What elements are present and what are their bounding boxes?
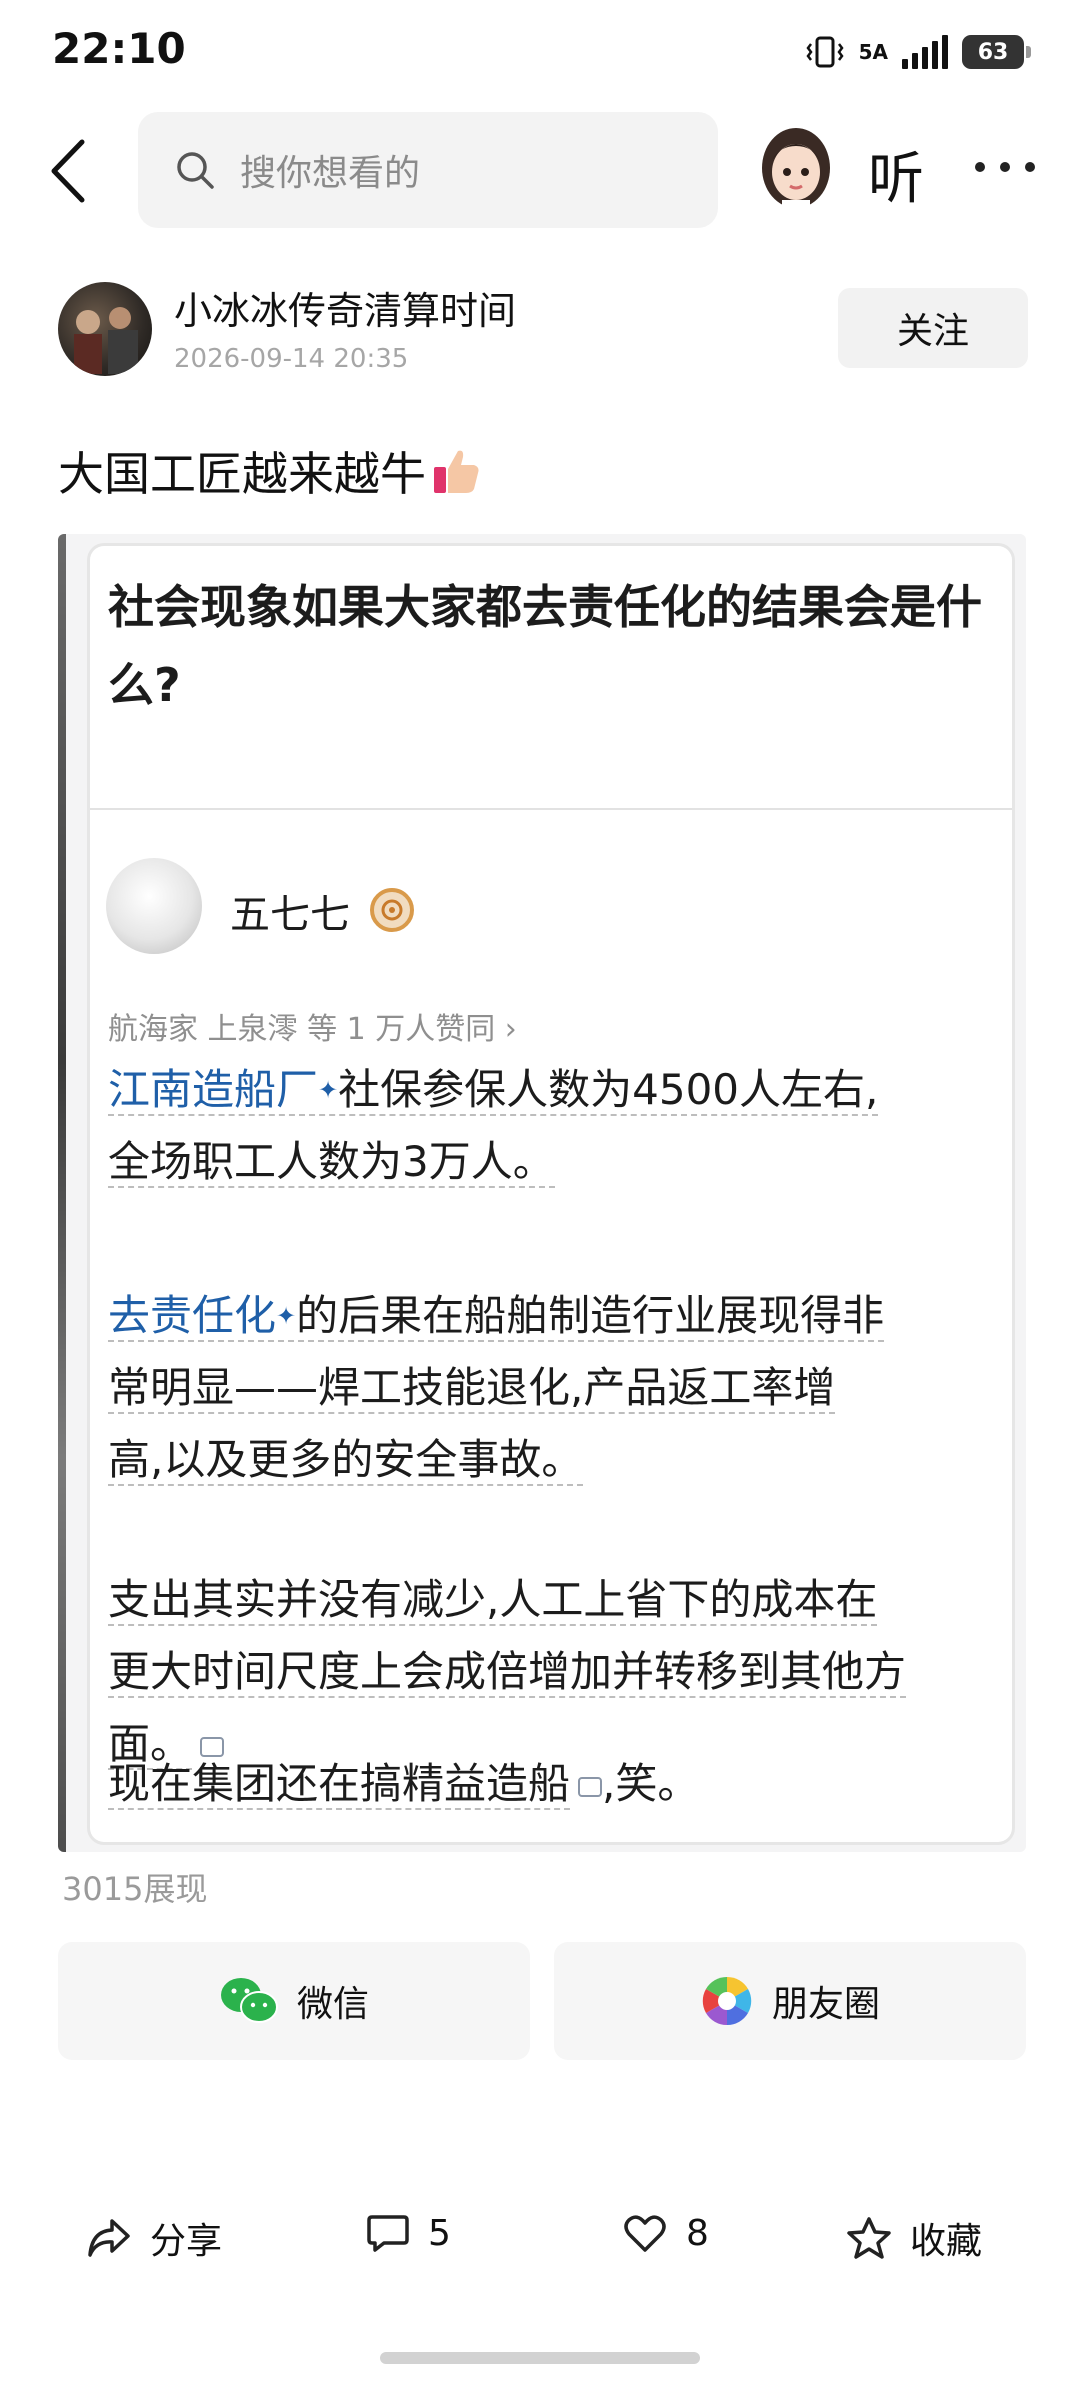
status-time: 22:10 [52,24,186,73]
battery-icon: 63 [962,35,1031,69]
view-count: 3015展现 [62,1870,208,1908]
search-icon [177,152,214,189]
image-edge [58,534,66,1852]
p1-line1: 社保参保人数为4500人左右, [338,1065,879,1114]
p2-line1: 的后果在船舶制造行业展现得非 [296,1291,885,1340]
p3-line2: 更大时间尺度上会成倍增加并转移到其他方 [108,1647,907,1698]
star-icon [847,2217,891,2259]
favorite-button[interactable]: 收藏 [846,2212,982,2264]
answer-card: 社会现象如果大家都去责任化的结果会是什么? 五七七 航海家 上泉澪 等 1 万人… [90,546,1012,1842]
author-name[interactable]: 小冰冰传奇清算时间 [174,280,516,335]
status-icons: 5A 63 [805,28,1031,76]
share-icon [88,2219,130,2257]
p4-part-a: 现在集团还在搞精益造船 [108,1759,571,1810]
listen-button[interactable]: 听 [868,134,924,215]
answerer-avatar [106,858,202,954]
moments-icon [702,1976,752,2026]
paragraph-2: 去责任化✦的后果在船舶制造行业展现得非 常明显——焊工技能退化,产品返工率增 高… [108,1280,998,1496]
top-nav: 搜你想看的 听 [0,110,1080,230]
battery-level: 63 [977,39,1009,65]
post-title: 大国工匠越来越牛 [58,438,482,504]
p4-part-b: ,笑。 [602,1759,700,1808]
assistant-avatar-icon[interactable] [756,120,836,216]
more-icon[interactable] [975,162,1035,176]
p2-line3: 高,以及更多的安全事故。 [108,1435,584,1486]
answerer-name: 五七七 [230,892,350,938]
author-avatar[interactable] [58,282,152,376]
vibrate-icon [806,36,844,68]
share-wechat-button[interactable]: 微信 [58,1942,530,2060]
moments-label: 朋友圈 [771,1984,880,2025]
question-title: 社会现象如果大家都去责任化的结果会是什么? [108,580,982,712]
network-type: 5A [858,40,888,64]
search-input[interactable]: 搜你想看的 [138,112,718,228]
favorite-label: 收藏 [910,2221,983,2262]
signal-icon [902,35,948,69]
heart-icon [624,2215,666,2252]
post-time: 2026-09-14 20:35 [174,344,409,374]
share-button[interactable]: 分享 [86,2212,222,2264]
paragraph-4: 现在集团还在搞精益造船 ,笑。 [108,1748,998,1820]
badge-icon [370,888,414,932]
post-image[interactable]: 社会现象如果大家都去责任化的结果会是什么? 五七七 航海家 上泉澪 等 1 万人… [58,534,1026,1852]
search-placeholder: 搜你想看的 [240,153,421,194]
comment-icon [367,2215,409,2252]
comment-mark-icon [578,1776,603,1797]
author-row: 小冰冰传奇清算时间 2026-09-14 20:35 关注 [0,270,1080,390]
share-moments-button[interactable]: 朋友圈 [554,1942,1026,2060]
bottom-action-bar: 分享 5 8 收藏 [0,2190,1080,2300]
share-label: 分享 [150,2221,223,2262]
likes-summary: 航海家 上泉澪 等 1 万人赞同 › [108,1012,517,1047]
sup-mark: ✦ [318,1076,339,1104]
home-indicator[interactable] [380,2352,700,2364]
like-button[interactable]: 8 [622,2212,709,2254]
p3-line1: 支出其实并没有减少,人工上省下的成本在 [108,1575,878,1626]
p2-line2: 常明显——焊工技能退化,产品返工率增 [108,1363,836,1414]
link-responsibility: 去责任化 [108,1291,277,1340]
post-title-text: 大国工匠越来越牛 [58,447,426,501]
p1-line2: 全场职工人数为3万人。 [108,1137,555,1188]
like-count: 8 [686,2212,709,2254]
sup-mark: ✦ [276,1302,297,1330]
author-avatar-image [74,307,138,374]
comment-button[interactable]: 5 [366,2212,451,2254]
share-row: 微信 朋友圈 [58,1942,1026,2060]
status-bar: 22:10 5A 63 [0,0,1080,100]
link-jiangnan: 江南造船厂 [108,1065,319,1114]
comment-count: 5 [428,2212,451,2254]
wechat-label: 微信 [296,1984,369,2025]
wechat-icon [220,1978,278,2023]
paragraph-1: 江南造船厂✦社保参保人数为4500人左右, 全场职工人数为3万人。 [108,1054,998,1198]
back-icon[interactable] [40,136,100,206]
thumbs-up-icon [434,450,479,493]
follow-button[interactable]: 关注 [838,288,1028,368]
divider [90,808,1012,810]
